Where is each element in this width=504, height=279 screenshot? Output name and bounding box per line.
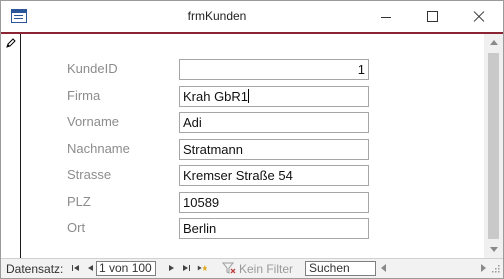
resize-grip-icon[interactable]: [491, 264, 500, 273]
text-caret: [248, 89, 250, 103]
filter-status-button[interactable]: Kein Filter: [239, 262, 293, 276]
record-navigation-bar: Datensatz: 1 von 100 Kein Filter Suchen: [1, 258, 503, 278]
close-button[interactable]: [455, 1, 503, 32]
scroll-left-icon[interactable]: [381, 264, 386, 272]
label-kundeid: KundeID: [67, 61, 118, 76]
chevron-down-icon: [490, 247, 498, 252]
vertical-scrollbar[interactable]: [484, 34, 503, 258]
search-input[interactable]: Suchen: [305, 261, 376, 276]
form-window: frmKunden KundeID 1 Firma Krah GbR1 Vorn…: [0, 0, 504, 279]
new-record-icon[interactable]: [197, 262, 208, 274]
last-record-icon[interactable]: [181, 262, 192, 274]
ort-field[interactable]: Berlin: [179, 218, 369, 239]
scroll-down-button[interactable]: [484, 241, 503, 258]
no-filter-icon[interactable]: [222, 262, 236, 274]
form-detail: KundeID 1 Firma Krah GbR1 Vorname Adi Na…: [21, 34, 483, 258]
scroll-up-button[interactable]: [484, 34, 503, 51]
nachname-field[interactable]: Stratmann: [179, 139, 369, 160]
current-record-field[interactable]: 1 von 100: [96, 261, 156, 276]
minimize-button[interactable]: [363, 1, 409, 32]
chevron-up-icon: [490, 40, 498, 45]
horizontal-scrollbar[interactable]: [381, 261, 486, 276]
label-firma: Firma: [67, 88, 101, 103]
firma-field[interactable]: Krah GbR1: [179, 86, 369, 107]
scroll-thumb[interactable]: [488, 53, 499, 239]
label-strasse: Strasse: [67, 167, 112, 182]
label-vorname: Vorname: [67, 114, 120, 129]
kundeid-field[interactable]: 1: [179, 59, 369, 80]
vorname-field[interactable]: Adi: [179, 112, 369, 133]
plz-field[interactable]: 10589: [179, 192, 369, 213]
firma-value: Krah GbR1: [183, 89, 249, 104]
next-record-icon[interactable]: [166, 262, 177, 274]
record-selector[interactable]: [1, 34, 21, 258]
previous-record-icon[interactable]: [85, 262, 96, 274]
record-label: Datensatz:: [6, 262, 64, 276]
label-nachname: Nachname: [67, 141, 130, 156]
scroll-right-icon[interactable]: [481, 264, 486, 272]
label-plz: PLZ: [67, 194, 91, 209]
label-ort: Ort: [67, 220, 86, 235]
strasse-field[interactable]: Kremser Straße 54: [179, 165, 369, 186]
maximize-button[interactable]: [409, 1, 455, 32]
pencil-icon: [6, 38, 16, 48]
title-bar: frmKunden: [1, 1, 503, 32]
first-record-icon[interactable]: [70, 262, 81, 274]
